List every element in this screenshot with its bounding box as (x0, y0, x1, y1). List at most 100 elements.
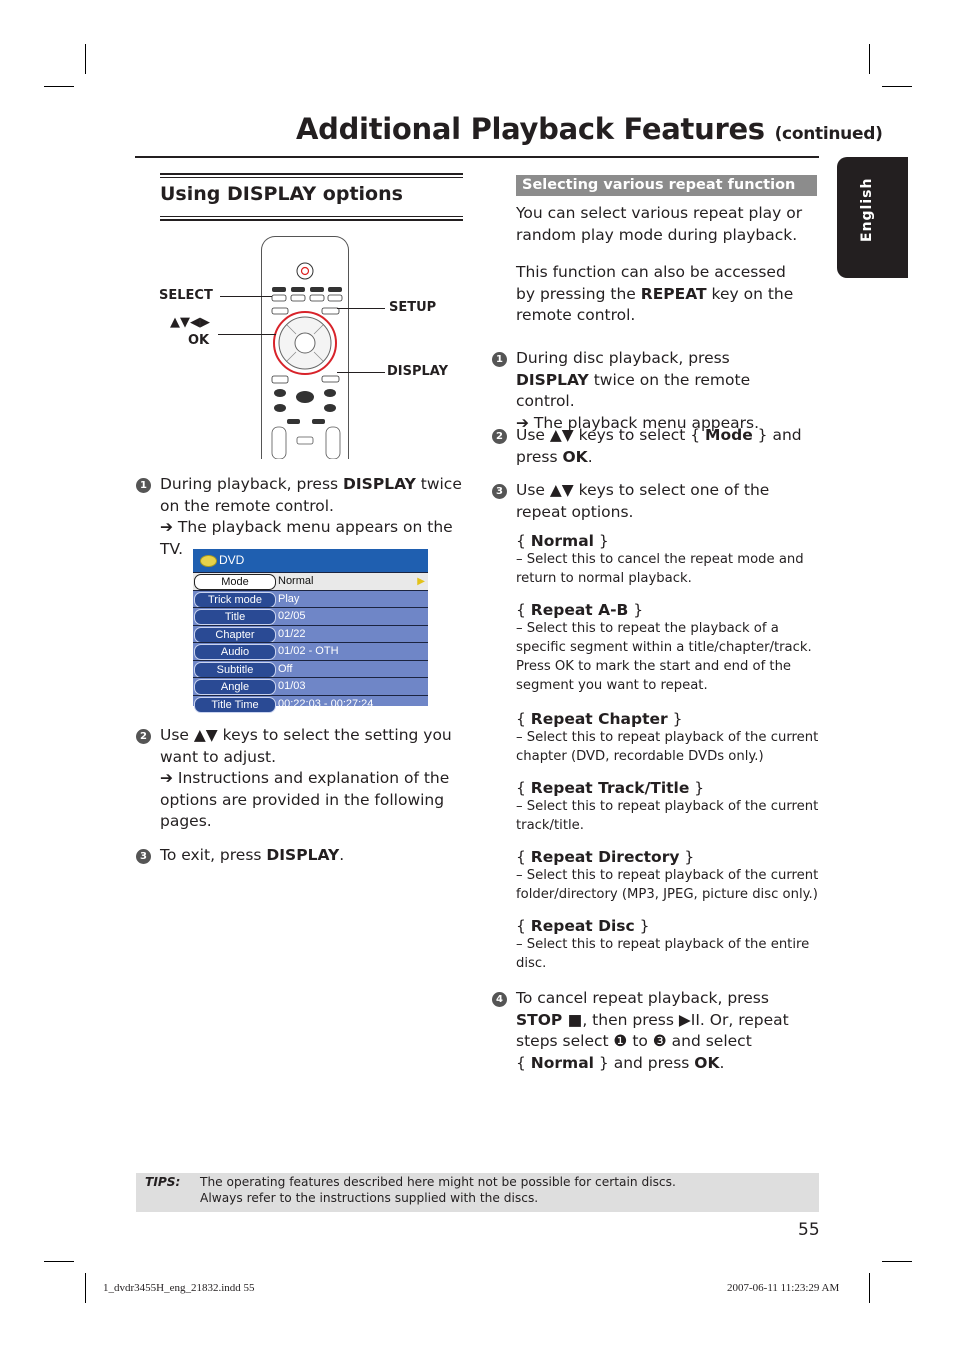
disc-icon (200, 555, 217, 567)
left-step-2: 2 Use ▲▼ keys to select the setting you … (136, 725, 466, 830)
right-step-1: 1 During disc playback, press DISPLAY tw… (492, 348, 812, 432)
key-ok: OK (694, 1053, 720, 1072)
key-stop: STOP ■ (516, 1010, 583, 1029)
step-text: During playback, press (160, 475, 344, 493)
menu-row-trick-mode[interactable]: Trick mode Play (193, 589, 428, 608)
menu-row-value: 01/02 - OTH (278, 645, 339, 657)
continued-label: (continued) (774, 124, 883, 144)
step-number-3: 3 (136, 849, 151, 864)
step-text: . (587, 447, 593, 466)
left-step-1: 1 During playback, press DISPLAY twice o… (136, 474, 466, 558)
step-number-2: 2 (492, 429, 507, 444)
page-number: 55 (798, 1220, 820, 1240)
option-description: – Select this to repeat the playback of … (516, 621, 812, 693)
step-text: { (516, 1053, 531, 1072)
callout-line-setup (337, 308, 385, 309)
language-tab: English (837, 157, 908, 278)
menu-row-title-time[interactable]: Title Time 00:22:03 - 00:27:24 (193, 694, 428, 713)
right-step-4: 4 To cancel repeat playback, press STOP … (492, 988, 812, 1072)
step-number-4: 4 (492, 992, 507, 1007)
option-description: – Select this to cancel the repeat mode … (516, 552, 804, 586)
crop-mark (85, 44, 86, 74)
menu-row-subtitle[interactable]: Subtitle Off (193, 659, 428, 678)
menu-row-value: Play (278, 592, 300, 605)
step-number-1: 1 (492, 352, 507, 367)
step-result: ➔ Instructions and explanation of the op… (160, 769, 450, 830)
step-text: To exit, press (160, 846, 267, 864)
step-number-3: 3 (492, 484, 507, 499)
section-heading-text: Using DISPLAY options (160, 183, 403, 205)
step-text: Use ▲▼ keys to select { (516, 426, 706, 444)
callout-arrows: ▲▼◀▶ (170, 315, 210, 330)
crop-mark (869, 1273, 870, 1303)
step-text: . (719, 1053, 725, 1072)
key-repeat: REPEAT (640, 284, 707, 303)
tips-label: TIPS: (145, 1175, 181, 1189)
menu-row-value: Normal (278, 575, 314, 587)
intro-text-1: You can select various repeat play or ra… (516, 204, 803, 244)
menu-row-title[interactable]: Title 02/05 (193, 607, 428, 625)
menu-title: DVD (219, 553, 245, 567)
menu-row-label: Trick mode (194, 591, 276, 608)
option-repeat-disc: { Repeat Disc } – Select this to repeat … (516, 917, 821, 973)
callout-line-select (220, 296, 272, 297)
key-normal: Normal (530, 1053, 594, 1072)
menu-row-angle[interactable]: Angle 01/03 (193, 677, 428, 695)
remote-buttons-icon (271, 262, 343, 460)
step-number-1: 1 (136, 478, 151, 493)
option-name: Repeat Disc (530, 917, 635, 935)
right-step-3: 3 Use ▲▼ keys to select one of the repea… (492, 480, 812, 521)
option-description: – Select this to repeat playback of the … (516, 730, 819, 764)
callout-ok: OK (188, 333, 210, 348)
left-step-3: 3 To exit, press DISPLAY. (136, 845, 466, 867)
menu-row-mode[interactable]: Mode Normal ▶ (193, 572, 428, 590)
footer-filename: 1_dvdr3455H_eng_21832.indd 55 (103, 1282, 255, 1294)
page-title: Additional Playback Features (continued) (296, 112, 883, 146)
language-tab-label: English (859, 177, 875, 242)
menu-row-value: 02/05 (278, 610, 306, 622)
callout-setup: SETUP (389, 300, 437, 315)
crop-mark (44, 86, 74, 87)
step-number-2: 2 (136, 729, 151, 744)
menu-row-label: Title Time (194, 696, 276, 713)
footer-timestamp: 2007-06-11 11:23:29 AM (727, 1282, 840, 1294)
menu-row-label: Audio (194, 644, 276, 660)
option-name: Repeat Chapter (530, 710, 668, 728)
option-normal: { Normal } – Select this to cancel the r… (516, 532, 821, 588)
step-text: During disc playback, press (516, 349, 730, 367)
menu-row-value: 00:22:03 - 00:27:24 (278, 697, 374, 710)
menu-row-chapter[interactable]: Chapter 01/22 (193, 624, 428, 643)
key-display: DISPLAY (343, 475, 416, 493)
crop-mark (44, 1261, 74, 1262)
page-title-text: Additional Playback Features (296, 112, 765, 146)
crop-mark (882, 1261, 912, 1262)
section-heading-display: Using DISPLAY options (160, 173, 463, 221)
callout-line-display (337, 372, 385, 373)
crop-mark (85, 1273, 86, 1303)
option-name: Repeat Directory (530, 848, 680, 866)
intro-text-2: This function can also be accessed by pr… (516, 262, 806, 327)
right-step-2: 2 Use ▲▼ keys to select { Mode } and pre… (492, 425, 812, 466)
option-name: Repeat A-B (530, 601, 629, 619)
section-title-repeat: Selecting various repeat function (516, 175, 817, 196)
menu-row-label: Chapter (194, 626, 276, 643)
option-description: – Select this to repeat playback of the … (516, 799, 819, 833)
option-repeat-directory: { Repeat Directory } – Select this to re… (516, 848, 821, 904)
menu-row-value: 01/03 (278, 680, 306, 692)
menu-row-label: Subtitle (194, 661, 276, 678)
menu-row-audio[interactable]: Audio 01/02 - OTH (193, 642, 428, 660)
menu-row-label: Angle (194, 679, 276, 695)
key-display: DISPLAY (516, 370, 589, 389)
option-name: Normal (530, 532, 594, 550)
tips-line: The operating features described here mi… (200, 1175, 676, 1189)
title-divider (135, 156, 819, 158)
step-text: steps select ❶ to ❸ and select (516, 1032, 752, 1050)
menu-header: DVD (193, 549, 428, 572)
callout-select: SELECT (159, 288, 213, 303)
crop-mark (882, 86, 912, 87)
option-repeat-track-title: { Repeat Track/Title } – Select this to … (516, 779, 821, 835)
option-repeat-chapter: { Repeat Chapter } – Select this to repe… (516, 710, 821, 766)
menu-row-label: Title (194, 609, 276, 625)
menu-row-label: Mode (194, 574, 276, 590)
callout-display: DISPLAY (387, 364, 449, 379)
